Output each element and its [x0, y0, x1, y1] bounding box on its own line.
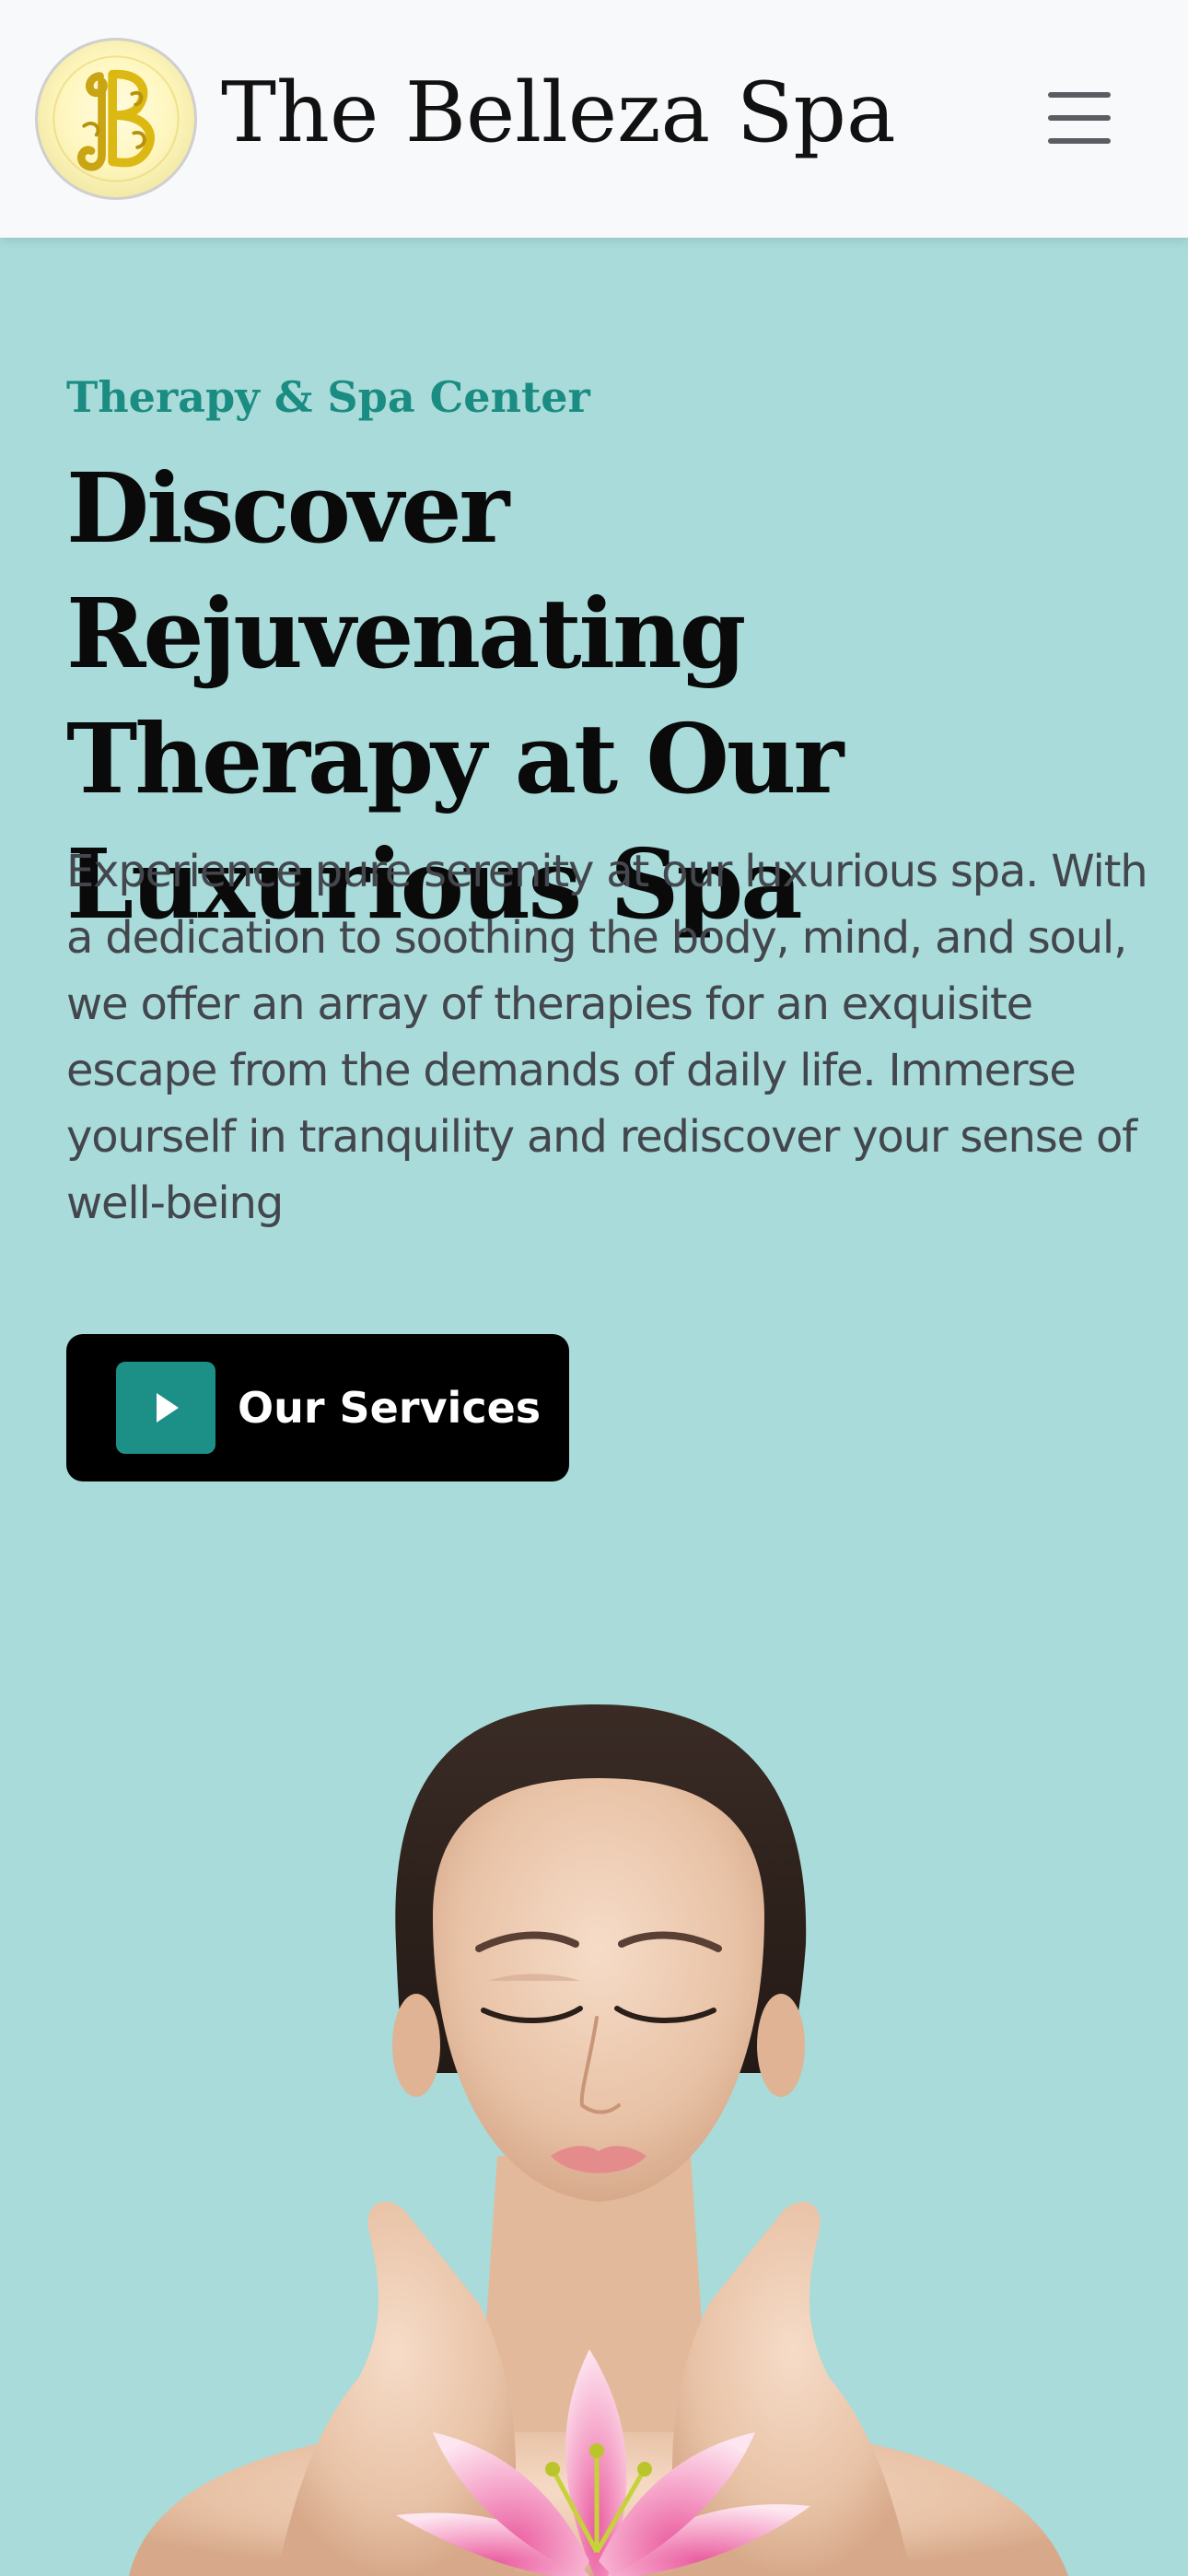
hero-description: Experience pure serenity at our luxuriou…	[66, 846, 1148, 1229]
hero-eyebrow: Therapy & Spa Center	[66, 372, 590, 422]
brand-name[interactable]: The Belleza Spa	[221, 53, 896, 173]
menu-bar-middle	[1048, 115, 1111, 121]
our-services-label: Our Services	[238, 1383, 542, 1433]
menu-bar-top	[1048, 92, 1111, 98]
our-services-button[interactable]: Our Services	[66, 1334, 569, 1481]
navbar: The Belleza Spa	[0, 0, 1188, 238]
hamburger-menu-icon[interactable]	[1041, 88, 1116, 149]
play-icon	[116, 1362, 215, 1454]
menu-bar-bottom	[1048, 138, 1111, 144]
hero-woman-lily-image	[0, 1640, 1188, 2576]
monogram-logo-icon	[52, 55, 180, 182]
brand-logo[interactable]	[35, 38, 197, 200]
